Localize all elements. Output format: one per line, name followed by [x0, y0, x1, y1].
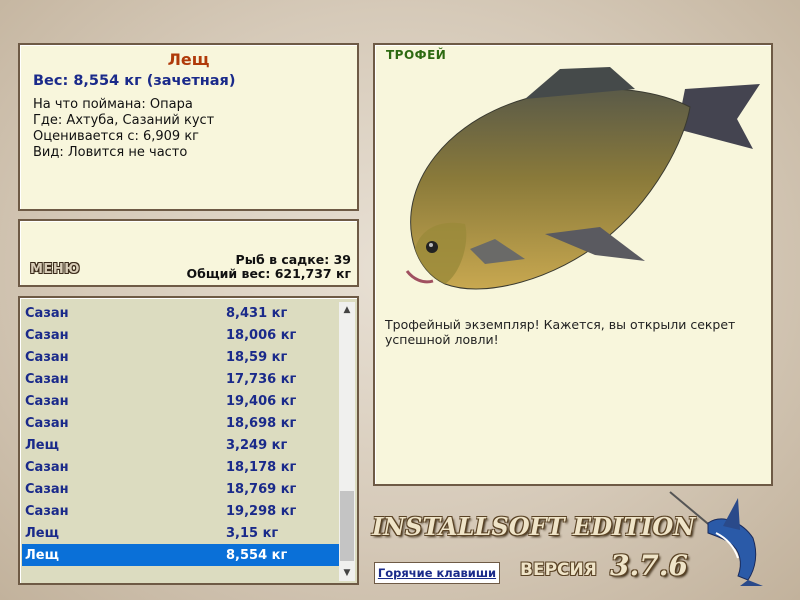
kind-info: Вид: Ловится не часто — [33, 145, 188, 160]
list-item-fish-name: Сазан — [25, 328, 69, 343]
list-item-weight: 18,59 кг — [226, 350, 288, 365]
scroll-down-arrow-icon[interactable]: ▼ — [339, 565, 355, 581]
list-item-weight: 18,006 кг — [226, 328, 297, 343]
list-item-fish-name: Лещ — [25, 438, 59, 453]
catch-summary-panel: МЕНЮ Рыб в садке: 39 Общий вес: 621,737 … — [18, 219, 359, 287]
catch-list[interactable]: Сазан 8,431 кг Сазан 18,006 кг Сазан 18,59 кг… — [18, 296, 359, 585]
bait-info: На что поймана: Опара — [33, 97, 193, 112]
list-item-fish-name: Сазан — [25, 482, 69, 497]
list-item[interactable]: Сазан 18,59 кг — [22, 346, 340, 368]
list-item[interactable]: Сазан 19,298 кг — [22, 500, 340, 522]
list-item-weight: 3,15 кг — [226, 526, 279, 541]
list-item[interactable]: Сазан 19,406 кг — [22, 390, 340, 412]
marlin-logo-icon — [669, 491, 763, 586]
list-item[interactable]: Сазан 8,431 кг — [22, 302, 340, 324]
rated-info: Оценивается с: 6,909 кг — [33, 129, 200, 144]
list-item-weight: 19,406 кг — [226, 394, 297, 409]
list-item-weight: 18,769 кг — [226, 482, 297, 497]
list-item-fish-name: Сазан — [25, 306, 69, 321]
bream-fish-image — [405, 67, 760, 290]
fish-count: Рыб в садке: 39 — [235, 252, 351, 267]
trophy-panel: ТРОФЕЙ Трофейный экземпляр! Кажется, вы … — [373, 43, 773, 486]
list-item[interactable]: Сазан 18,769 кг — [22, 478, 340, 500]
list-item[interactable]: Лещ 3,15 кг — [22, 522, 340, 544]
list-item-fish-name: Сазан — [25, 460, 69, 475]
list-item-weight: 8,554 кг — [226, 548, 288, 563]
version-label: ВЕРСИЯ — [520, 560, 597, 580]
catch-list-items: Сазан 8,431 кг Сазан 18,006 кг Сазан 18,59 кг… — [22, 302, 340, 566]
list-item-fish-name: Сазан — [25, 504, 69, 519]
edition-logo: INSTALLSOFT EDITION — [372, 512, 696, 541]
list-item[interactable]: Сазан 18,178 кг — [22, 456, 340, 478]
total-weight: Общий вес: 621,737 кг — [186, 266, 352, 281]
list-item-weight: 18,178 кг — [226, 460, 297, 475]
list-item-weight: 18,698 кг — [226, 416, 297, 431]
fish-name: Лещ — [167, 50, 210, 69]
list-item[interactable]: Лещ 8,554 кг — [22, 544, 340, 566]
fish-weight: Вес: 8,554 кг (зачетная) — [33, 73, 236, 89]
list-item-weight: 8,431 кг — [226, 306, 288, 321]
list-item[interactable]: Сазан 18,698 кг — [22, 412, 340, 434]
list-item-weight: 17,736 кг — [226, 372, 297, 387]
hotkeys-button[interactable]: Горячие клавиши — [374, 562, 500, 584]
list-item[interactable]: Сазан 18,006 кг — [22, 324, 340, 346]
menu-button[interactable]: МЕНЮ — [30, 262, 80, 277]
trophy-description: Трофейный экземпляр! Кажется, вы открыли… — [385, 317, 736, 347]
list-item-fish-name: Сазан — [25, 350, 69, 365]
place-info: Где: Ахтуба, Сазаний куст — [33, 113, 215, 128]
list-item-weight: 3,249 кг — [226, 438, 288, 453]
list-item[interactable]: Лещ 3,249 кг — [22, 434, 340, 456]
list-item[interactable]: Сазан 17,736 кг — [22, 368, 340, 390]
fish-info-panel: Лещ Вес: 8,554 кг (зачетная) На что пойм… — [18, 43, 359, 211]
list-item-fish-name: Сазан — [25, 416, 69, 431]
scrollbar-thumb[interactable] — [340, 491, 354, 561]
list-scrollbar[interactable]: ▲ ▼ — [339, 302, 355, 581]
list-item-fish-name: Сазан — [25, 372, 69, 387]
list-item-fish-name: Сазан — [25, 394, 69, 409]
list-item-fish-name: Лещ — [25, 526, 59, 541]
list-item-weight: 19,298 кг — [226, 504, 297, 519]
list-item-fish-name: Лещ — [25, 548, 59, 563]
scroll-up-arrow-icon[interactable]: ▲ — [339, 302, 355, 318]
